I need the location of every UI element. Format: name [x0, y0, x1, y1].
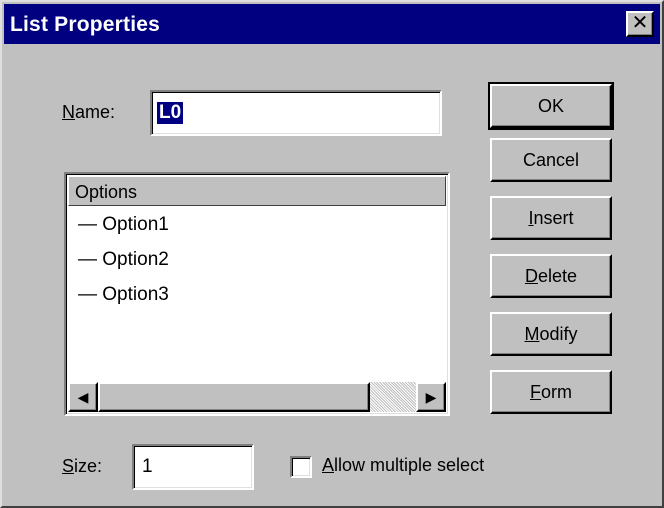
allow-multiple-select-label[interactable]: Allow multiple select	[322, 455, 484, 476]
scroll-thumb[interactable]	[98, 382, 370, 412]
size-input[interactable]: 1	[132, 444, 254, 490]
scroll-right-button[interactable]: ▶	[416, 382, 446, 412]
close-button[interactable]: ✕	[626, 11, 654, 37]
scroll-left-button[interactable]: ◀	[68, 382, 98, 412]
ok-button[interactable]: OK	[488, 82, 614, 130]
modify-button[interactable]: Modify	[490, 312, 612, 356]
delete-button[interactable]: Delete	[490, 254, 612, 298]
list-properties-dialog: List Properties ✕ Name: L0 Options — Opt…	[0, 0, 664, 508]
size-input-value: 1	[142, 456, 153, 477]
dialog-title: List Properties	[10, 13, 161, 36]
name-input-value: L0	[157, 102, 184, 124]
list-item[interactable]: — Option1	[78, 214, 169, 249]
size-label: Size:	[62, 456, 103, 476]
horizontal-scrollbar[interactable]: ◀ ▶	[68, 382, 446, 412]
options-listbox[interactable]: Options — Option1 — Option2 — Option3 ◀ …	[64, 172, 450, 416]
arrow-left-icon: ◀	[77, 389, 89, 405]
name-input[interactable]: L0	[150, 90, 442, 136]
list-item[interactable]: — Option3	[78, 284, 169, 319]
close-icon: ✕	[631, 12, 649, 34]
cancel-button[interactable]: Cancel	[490, 138, 612, 182]
arrow-right-icon: ▶	[425, 389, 437, 405]
allow-multiple-select-checkbox[interactable]	[290, 456, 312, 478]
name-label: Name:	[62, 102, 116, 122]
options-items: — Option1 — Option2 — Option3	[78, 214, 169, 319]
title-bar[interactable]: List Properties ✕	[4, 4, 660, 44]
form-button[interactable]: Form	[490, 370, 612, 414]
options-column-header[interactable]: Options	[68, 176, 446, 206]
list-item[interactable]: — Option2	[78, 249, 169, 284]
insert-button[interactable]: Insert	[490, 196, 612, 240]
